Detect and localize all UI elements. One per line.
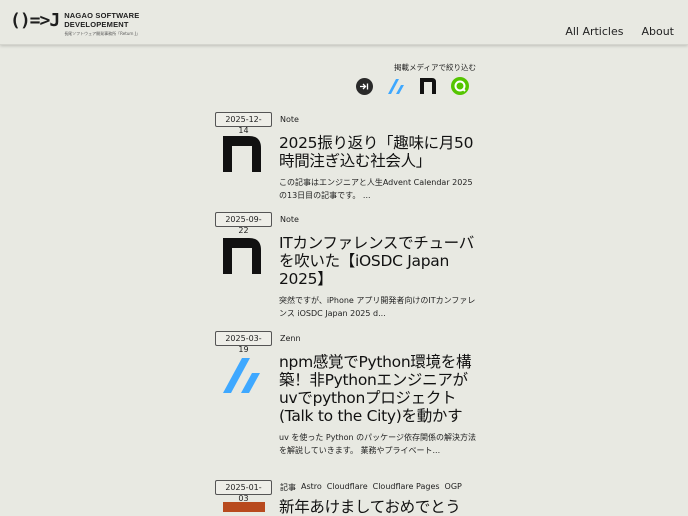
article-tag[interactable]: Note — [280, 215, 299, 224]
article-tags: 記事 Astro Cloudflare Cloudflare Pages OGP — [280, 482, 462, 493]
zenn-icon[interactable] — [387, 77, 405, 95]
filter-label: 掲載メディアで絞り込む — [394, 63, 476, 72]
nav-about[interactable]: About — [641, 25, 674, 38]
article-tag[interactable]: Note — [280, 115, 299, 124]
article-body: ITカンファレンスでチューバを吹いた【iOSDC Japan 2025】 突然で… — [279, 234, 479, 320]
article-meta: 2025-09-22 Note — [215, 211, 299, 235]
article-tags: Note — [280, 115, 299, 124]
article-card[interactable]: 2025-01-03 記事 Astro Cloudflare Cloudflar… — [215, 479, 462, 516]
article-body: 新年あけましておめでとう — [279, 498, 479, 516]
article-body: 2025振り返り「趣味に月50時間注ぎ込む社会人」 この記事はエンジニアと人生A… — [279, 134, 479, 202]
external-icon[interactable] — [355, 77, 373, 95]
logo-subtitle: 長尾ソフトウェア開発事務所「Return J」 — [64, 31, 140, 36]
article-tag[interactable]: Astro — [301, 482, 322, 493]
logo-line-2: DEVELOPEMENT — [64, 20, 129, 29]
zenn-logo-thumbnail[interactable] — [223, 357, 265, 399]
article-date: 2025-01-03 — [215, 479, 272, 503]
article-tags: Note — [280, 215, 299, 224]
article-title[interactable]: ITカンファレンスでチューバを吹いた【iOSDC Japan 2025】 — [279, 234, 479, 288]
article-date: 2025-09-22 — [215, 211, 272, 235]
article-title[interactable]: 2025振り返り「趣味に月50時間注ぎ込む社会人」 — [279, 134, 479, 170]
article-meta: 2025-01-03 記事 Astro Cloudflare Cloudflar… — [215, 479, 462, 503]
logo-mark: ()=>J — [10, 10, 60, 31]
article-tag[interactable]: 記事 — [280, 482, 296, 493]
article-excerpt: 突然ですが、iPhone アプリ開発者向けのITカンファレンス iOSDC Ja… — [279, 296, 476, 318]
article-title[interactable]: npm感覚でPython環境を構築！非Pythonエンジニアがuvでpython… — [279, 353, 479, 425]
article-date: 2025-03-19 — [215, 330, 272, 354]
article-tag[interactable]: Cloudflare Pages — [373, 482, 440, 493]
article-card[interactable]: 2025-03-19 Zenn npm感覚でPython環境を構築！非Pytho… — [215, 330, 476, 455]
note-logo-thumbnail[interactable] — [223, 238, 265, 280]
article-date: 2025-12-14 — [215, 111, 272, 135]
note-logo-thumbnail[interactable] — [223, 136, 265, 178]
article-card[interactable]: 2025-09-22 Note ITカンファレンスでチューバを吹いた【iOSDC… — [215, 211, 475, 318]
article-photo-thumbnail[interactable] — [223, 502, 265, 512]
qiita-icon[interactable] — [451, 77, 469, 95]
nav-all-articles[interactable]: All Articles — [565, 25, 623, 38]
article-tag[interactable]: Cloudflare — [327, 482, 368, 493]
article-card[interactable]: 2025-12-14 Note 2025振り返り「趣味に月50時間注ぎ込む社会人… — [215, 111, 473, 200]
article-excerpt: uv を使った Python のパッケージ依存関係の解決方法を解説していきます。… — [279, 433, 477, 455]
logo-line-1: NAGAO SOFTWARE — [64, 11, 140, 20]
article-meta: 2025-12-14 Note — [215, 111, 299, 135]
article-tag[interactable]: OGP — [445, 482, 462, 493]
site-header: ()=>J NAGAO SOFTWARE DEVELOPEMENT 長尾ソフトウ… — [0, 0, 688, 45]
note-icon[interactable] — [419, 77, 437, 95]
article-tag[interactable]: Zenn — [280, 334, 301, 343]
main-nav: All Articles About — [565, 25, 674, 38]
article-meta: 2025-03-19 Zenn — [215, 330, 301, 354]
site-logo[interactable]: ()=>J NAGAO SOFTWARE DEVELOPEMENT 長尾ソフトウ… — [10, 10, 140, 37]
logo-text: NAGAO SOFTWARE DEVELOPEMENT 長尾ソフトウェア開発事務… — [64, 11, 140, 37]
media-filter — [355, 77, 469, 95]
article-excerpt: この記事はエンジニアと人生Advent Calendar 2025の13日目の記… — [279, 178, 473, 200]
article-title[interactable]: 新年あけましておめでとう — [279, 498, 479, 516]
article-tags: Zenn — [280, 334, 301, 343]
article-body: npm感覚でPython環境を構築！非Pythonエンジニアがuvでpython… — [279, 353, 479, 457]
